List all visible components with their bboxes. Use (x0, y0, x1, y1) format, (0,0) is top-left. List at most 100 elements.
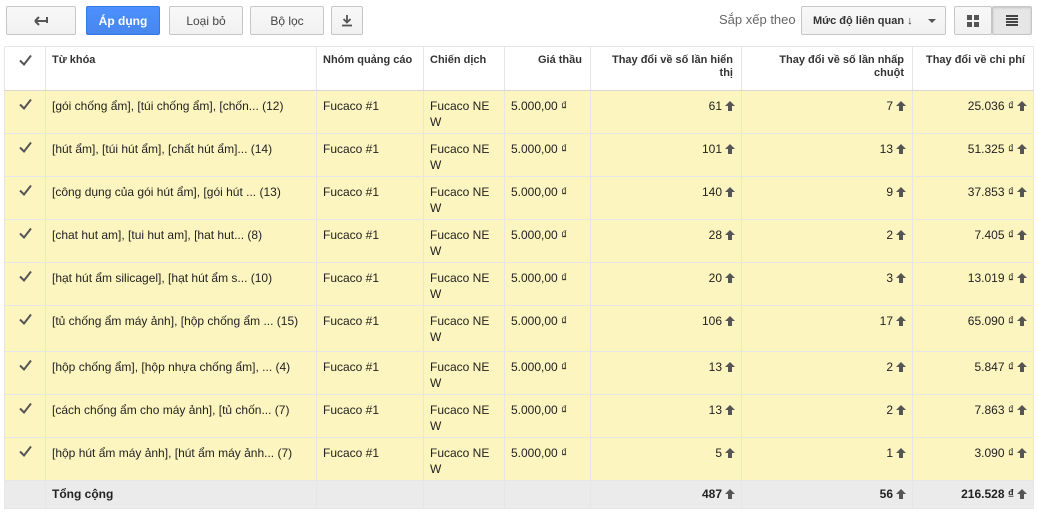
row-checkbox-cell (4, 394, 46, 438)
header-clicks[interactable]: Thay đổi về số lần nhấp chuột (741, 46, 913, 91)
table-row: [hộp hút ẩm máy ảnh], [hút ẩm máy ảnh...… (4, 437, 1034, 481)
impressions-value: 140 (701, 185, 722, 199)
campaign-cell: Fucaco NE W (423, 176, 505, 220)
impressions-value: 20 (708, 271, 722, 285)
cost-cell: 7.863 ₫ (912, 394, 1034, 438)
row-checkbox[interactable] (18, 402, 32, 415)
bid-cell: 5.000,00 ₫ (504, 133, 591, 177)
ad-group-cell: Fucaco #1 (316, 90, 424, 134)
row-checkbox[interactable] (18, 270, 32, 283)
campaign-cell: Fucaco NE W (423, 394, 505, 438)
bid-cell: 5.000,00 ₫ (504, 90, 591, 134)
keyword-cell: [tủ chống ẩm máy ảnh], [hộp chống ẩm ...… (45, 305, 317, 352)
cost-value: 7.863 ₫ (974, 403, 1014, 417)
impressions-cell: 61 (590, 90, 742, 134)
impressions-value: 101 (701, 142, 722, 156)
row-checkbox[interactable] (18, 98, 32, 111)
row-checkbox[interactable] (18, 141, 32, 154)
campaign-cell: Fucaco NE W (423, 351, 505, 395)
total-label: Tổng cộng (45, 480, 317, 509)
impressions-value: 61 (708, 99, 722, 113)
arrow-up-icon (1017, 448, 1027, 458)
header-bid[interactable]: Giá thầu (504, 46, 591, 91)
header-campaign[interactable]: Chiến dịch (423, 46, 505, 91)
arrow-up-icon (725, 405, 735, 415)
cost-value: 3.090 ₫ (974, 446, 1014, 460)
cost-cell: 13.019 ₫ (912, 262, 1034, 306)
campaign-cell: Fucaco NE W (423, 133, 505, 177)
row-checkbox[interactable] (18, 184, 32, 197)
arrow-up-icon (725, 362, 735, 372)
reject-button[interactable]: Loại bỏ (169, 6, 243, 35)
back-button[interactable] (6, 6, 76, 35)
header-cost[interactable]: Thay đổi về chi phí (912, 46, 1034, 91)
row-checkbox[interactable] (18, 359, 32, 372)
arrow-up-icon (896, 316, 906, 326)
chevron-down-icon (928, 19, 936, 23)
list-view-button[interactable] (992, 6, 1032, 35)
ad-group-cell: Fucaco #1 (316, 133, 424, 177)
arrow-up-icon (725, 230, 735, 240)
apply-button[interactable]: Áp dụng (86, 6, 160, 35)
clicks-cell: 2 (741, 219, 913, 263)
clicks-cell: 2 (741, 394, 913, 438)
impressions-value: 28 (708, 228, 722, 242)
clicks-cell: 9 (741, 176, 913, 220)
arrow-up-icon (896, 230, 906, 240)
arrow-up-icon (725, 101, 735, 111)
download-button[interactable] (331, 6, 363, 35)
table-row: [gói chống ẩm], [túi chống ẩm], [chốn...… (4, 90, 1034, 134)
table-row: [hộp chống ẩm], [hộp nhựa chống ẩm], ...… (4, 351, 1034, 395)
keyword-cell: [hút ẩm], [túi hút ẩm], [chất hút ẩm]...… (45, 133, 317, 177)
clicks-value: 1 (886, 446, 893, 460)
filter-button[interactable]: Bộ lọc (250, 6, 324, 35)
toolbar: Áp dụng Loại bỏ Bộ lọc Sắp xếp theo Mức … (0, 0, 1037, 42)
bid-cell: 5.000,00 ₫ (504, 351, 591, 395)
bid-cell: 5.000,00 ₫ (504, 219, 591, 263)
arrow-up-icon (725, 448, 735, 458)
arrow-up-icon (725, 489, 735, 499)
cost-cell: 5.847 ₫ (912, 351, 1034, 395)
arrow-up-icon (1017, 405, 1027, 415)
clicks-value: 2 (886, 360, 893, 374)
keyword-cell: [chat hut am], [tui hut am], [hat hut...… (45, 219, 317, 263)
select-all-checkbox[interactable] (18, 54, 32, 67)
keyword-cell: [cách chống ẩm cho máy ảnh], [tủ chốn...… (45, 394, 317, 438)
table-row: [tủ chống ẩm máy ảnh], [hộp chống ẩm ...… (4, 305, 1034, 352)
back-arrow-icon (34, 15, 48, 26)
sort-label: Sắp xếp theo (719, 12, 796, 27)
table-row: [chat hut am], [tui hut am], [hat hut...… (4, 219, 1034, 263)
row-checkbox-cell (4, 133, 46, 177)
arrow-up-icon (1017, 101, 1027, 111)
table-row: [hạt hút ẩm silicagel], [hạt hút ẩm s...… (4, 262, 1034, 306)
header-ad-group[interactable]: Nhóm quảng cáo (316, 46, 424, 91)
grid-view-button[interactable] (954, 6, 992, 35)
clicks-value: 2 (886, 228, 893, 242)
campaign-cell: Fucaco NE W (423, 305, 505, 352)
header-keyword[interactable]: Từ khóa (45, 46, 317, 91)
impressions-cell: 140 (590, 176, 742, 220)
row-checkbox[interactable] (18, 445, 32, 458)
arrow-up-icon (1017, 273, 1027, 283)
sort-dropdown[interactable]: Mức độ liên quan ↓ (801, 6, 946, 35)
campaign-cell: Fucaco NE W (423, 262, 505, 306)
cost-cell: 65.090 ₫ (912, 305, 1034, 352)
keyword-table: Từ khóa Nhóm quảng cáo Chiến dịch Giá th… (4, 46, 1034, 509)
clicks-cell: 2 (741, 351, 913, 395)
arrow-up-icon (896, 144, 906, 154)
cost-cell: 3.090 ₫ (912, 437, 1034, 481)
row-checkbox[interactable] (18, 313, 32, 326)
row-checkbox[interactable] (18, 227, 32, 240)
header-impressions[interactable]: Thay đổi về số lần hiển thị (590, 46, 742, 91)
total-impressions: 487 (590, 480, 742, 509)
impressions-cell: 5 (590, 437, 742, 481)
campaign-cell: Fucaco NE W (423, 90, 505, 134)
row-checkbox-cell (4, 305, 46, 352)
grid-view-icon (967, 14, 979, 27)
row-checkbox-cell (4, 219, 46, 263)
bid-cell: 5.000,00 ₫ (504, 176, 591, 220)
arrow-up-icon (725, 273, 735, 283)
select-all-cell (4, 46, 46, 91)
row-checkbox-cell (4, 176, 46, 220)
arrow-up-icon (896, 405, 906, 415)
